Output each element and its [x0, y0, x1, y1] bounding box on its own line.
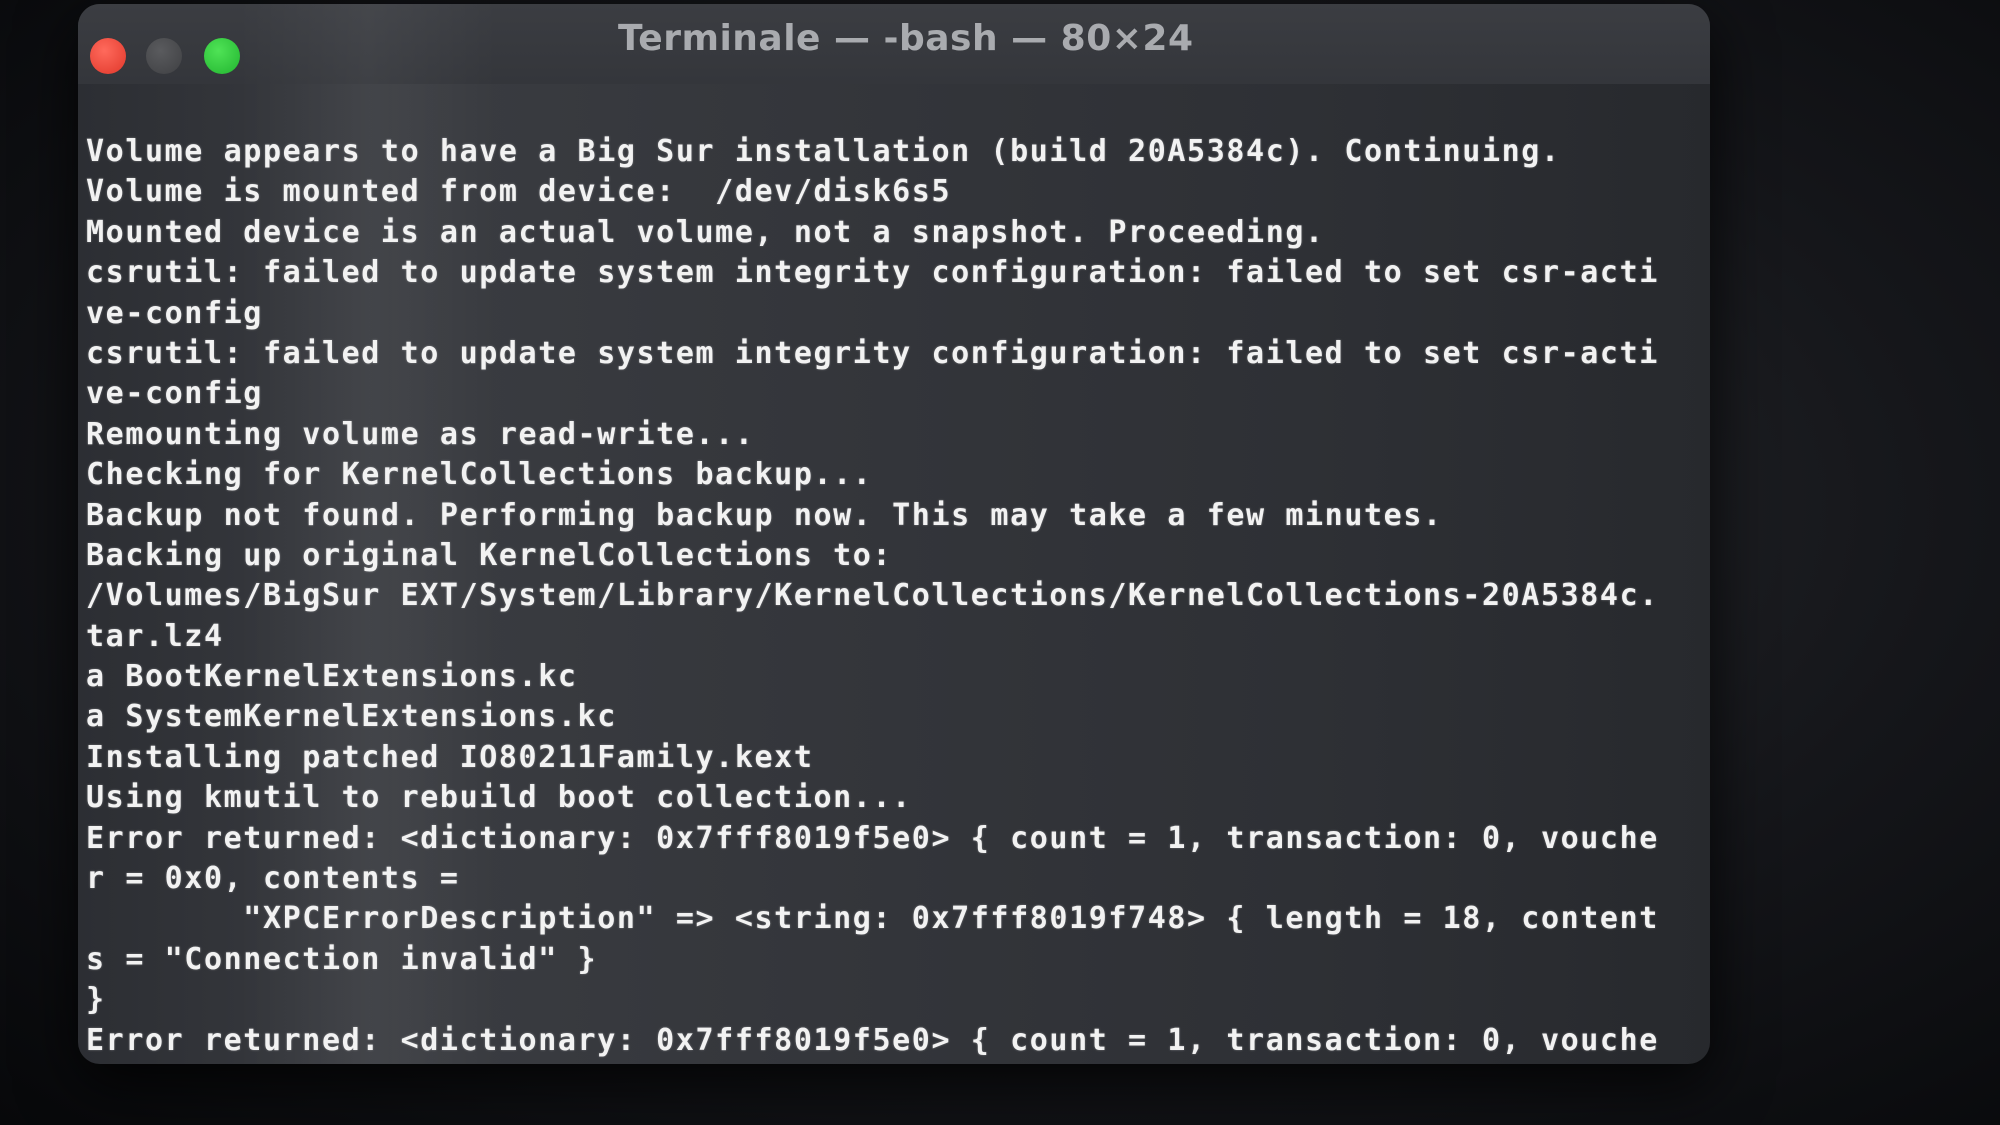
terminal-line: tar.lz4 [86, 618, 224, 654]
terminal-line: a SystemKernelExtensions.kc [86, 699, 617, 735]
terminal-line: Remounting volume as read-write... [86, 416, 755, 452]
terminal-line: "XPCErrorDescription" => <string: 0x7fff… [86, 901, 1659, 937]
desktop-background: Terminale — -bash — 80×24 Volume appears… [0, 0, 2000, 1125]
terminal-line: Volume is mounted from device: /dev/disk… [86, 174, 952, 210]
terminal-line: csrutil: failed to update system integri… [86, 255, 1659, 291]
window-title: Terminale — -bash — 80×24 [618, 18, 1194, 59]
terminal-line: r = 0x0, contents = [86, 861, 460, 897]
terminal-line: csrutil: failed to update system integri… [86, 335, 1659, 371]
terminal-line: Mounted device is an actual volume, not … [86, 214, 1325, 250]
terminal-output[interactable]: Volume appears to have a Big Sur install… [86, 132, 1706, 1058]
minimize-button[interactable] [146, 38, 182, 74]
terminal-line: a BootKernelExtensions.kc [86, 659, 578, 695]
terminal-line: Backing up original KernelCollections to… [86, 537, 893, 573]
terminal-line: Volume appears to have a Big Sur install… [86, 134, 1561, 169]
terminal-line: Using kmutil to rebuild boot collection.… [86, 780, 912, 816]
terminal-line: s = "Connection invalid" } [86, 941, 598, 977]
terminal-line: Backup not found. Performing backup now.… [86, 497, 1443, 533]
terminal-line: Error returned: <dictionary: 0x7fff8019f… [86, 820, 1659, 856]
close-button[interactable] [90, 38, 126, 74]
terminal-line: ve-config [86, 376, 263, 412]
title-bar[interactable]: Terminale — -bash — 80×24 [78, 4, 1710, 84]
terminal-line: Installing patched IO80211Family.kext [86, 739, 814, 775]
zoom-button[interactable] [204, 38, 240, 74]
terminal-line: ve-config [86, 295, 263, 331]
terminal-window[interactable]: Terminale — -bash — 80×24 Volume appears… [78, 4, 1710, 1064]
terminal-line: Checking for KernelCollections backup... [86, 457, 873, 493]
terminal-line: /Volumes/BigSur EXT/System/Library/Kerne… [86, 578, 1659, 614]
terminal-line: } [86, 982, 106, 1018]
terminal-line: Error returned: <dictionary: 0x7fff8019f… [86, 1022, 1659, 1058]
